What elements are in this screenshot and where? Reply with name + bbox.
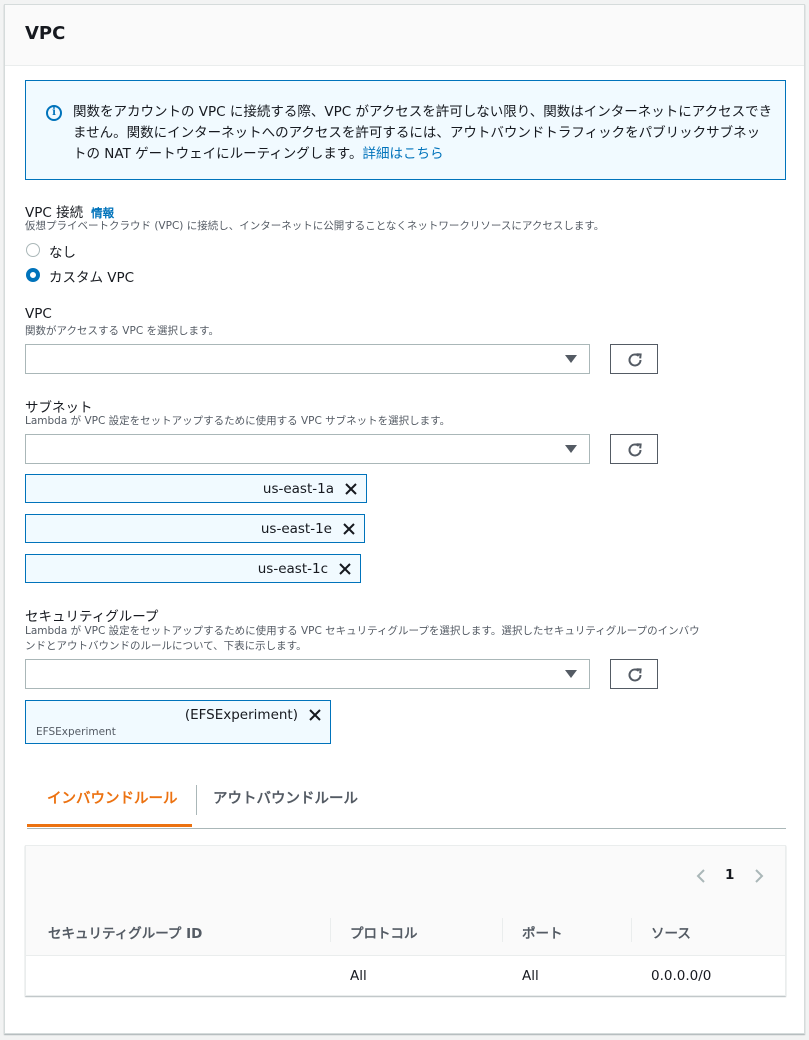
column-header-security-group-id: セキュリティグループ ID	[48, 926, 203, 942]
security-group-refresh-button[interactable]	[610, 659, 658, 689]
rules-tabs: インバウンドルール アウトバウンドルール	[27, 779, 786, 829]
table-toolbar: 1	[26, 846, 785, 906]
radio-custom-vpc-label: カスタム VPC	[49, 270, 135, 286]
close-icon[interactable]	[308, 708, 322, 722]
info-icon: i	[46, 105, 62, 121]
cell-port: All	[522, 968, 539, 984]
pagination: 1	[695, 866, 767, 886]
security-group-token-label: (EFSExperiment)	[184, 707, 298, 723]
vpc-select[interactable]	[25, 344, 590, 374]
vpc-description: 関数がアクセスする VPC を選択します。	[25, 325, 219, 337]
subnet-token-label: us-east-1a	[262, 481, 334, 497]
subnet-token: us-east-1e	[25, 514, 365, 543]
subnet-token: us-east-1c	[25, 554, 361, 583]
panel-header: VPC	[5, 5, 804, 66]
close-icon[interactable]	[344, 482, 358, 496]
subnet-select[interactable]	[25, 434, 590, 464]
vpc-refresh-button[interactable]	[610, 344, 658, 374]
column-separator	[631, 918, 632, 942]
subnet-token: us-east-1a	[25, 474, 367, 503]
radio-custom-vpc[interactable]	[26, 268, 40, 282]
table-header: セキュリティグループ ID プロトコル ポート ソース	[26, 906, 785, 956]
close-icon[interactable]	[338, 562, 352, 576]
refresh-icon	[628, 668, 642, 682]
learn-more-link[interactable]: 詳細はこちら	[362, 146, 443, 162]
security-group-token: (EFSExperiment) EFSExperiment	[25, 700, 331, 744]
security-group-description-line2: ンドとアウトバウンドのルールについて、下表に示します。	[25, 640, 307, 652]
column-separator	[502, 918, 503, 942]
security-group-description-line1: Lambda が VPC 設定をセットアップするために使用する VPC セキュリ…	[25, 625, 700, 637]
radio-none[interactable]	[26, 243, 40, 257]
refresh-icon	[628, 443, 642, 457]
refresh-icon	[628, 353, 642, 367]
column-header-port: ポート	[522, 926, 563, 942]
cell-source: 0.0.0.0/0	[651, 968, 712, 984]
panel-title: VPC	[25, 23, 66, 44]
subnet-token-label: us-east-1c	[257, 561, 328, 577]
chevron-right-icon[interactable]	[753, 868, 765, 884]
cell-protocol: All	[350, 968, 367, 984]
security-group-select[interactable]	[25, 659, 590, 689]
page-number[interactable]: 1	[725, 867, 734, 883]
caret-down-icon	[565, 355, 577, 363]
rules-table: 1 セキュリティグループ ID プロトコル ポート ソース All All 0.…	[25, 845, 786, 996]
column-header-source: ソース	[651, 926, 691, 942]
chevron-left-icon[interactable]	[695, 868, 707, 884]
caret-down-icon	[565, 445, 577, 453]
tab-divider	[196, 785, 197, 815]
subnet-token-label: us-east-1e	[260, 521, 332, 537]
close-icon[interactable]	[342, 522, 356, 536]
info-alert-text: 関数をアカウントの VPC に接続する際、VPC がアクセスを許可しない限り、関…	[73, 102, 773, 165]
vpc-connection-label: VPC 接続 情報	[25, 201, 114, 221]
tab-outbound-rules[interactable]: アウトバウンドルール	[213, 779, 383, 827]
subnet-description: Lambda が VPC 設定をセットアップするために使用する VPC サブネッ…	[25, 415, 451, 427]
subnet-label: サブネット	[25, 400, 93, 416]
radio-none-label: なし	[49, 245, 76, 261]
info-alert: i 関数をアカウントの VPC に接続する際、VPC がアクセスを許可しない限り…	[25, 80, 786, 180]
tab-inbound-rules[interactable]: インバウンドルール	[27, 779, 192, 827]
caret-down-icon	[565, 670, 577, 678]
security-group-label: セキュリティグループ	[25, 609, 159, 625]
vpc-label: VPC	[25, 306, 52, 322]
vpc-panel: VPC i 関数をアカウントの VPC に接続する際、VPC がアクセスを許可し…	[4, 4, 805, 1034]
column-separator	[330, 918, 331, 942]
security-group-token-sublabel: EFSExperiment	[36, 726, 116, 738]
subnet-refresh-button[interactable]	[610, 434, 658, 464]
vpc-connection-description: 仮想プライベートクラウド (VPC) に接続し、インターネットに公開することなく…	[25, 220, 605, 232]
column-header-protocol: プロトコル	[350, 926, 418, 942]
vpc-connection-info-link[interactable]: 情報	[91, 206, 114, 220]
